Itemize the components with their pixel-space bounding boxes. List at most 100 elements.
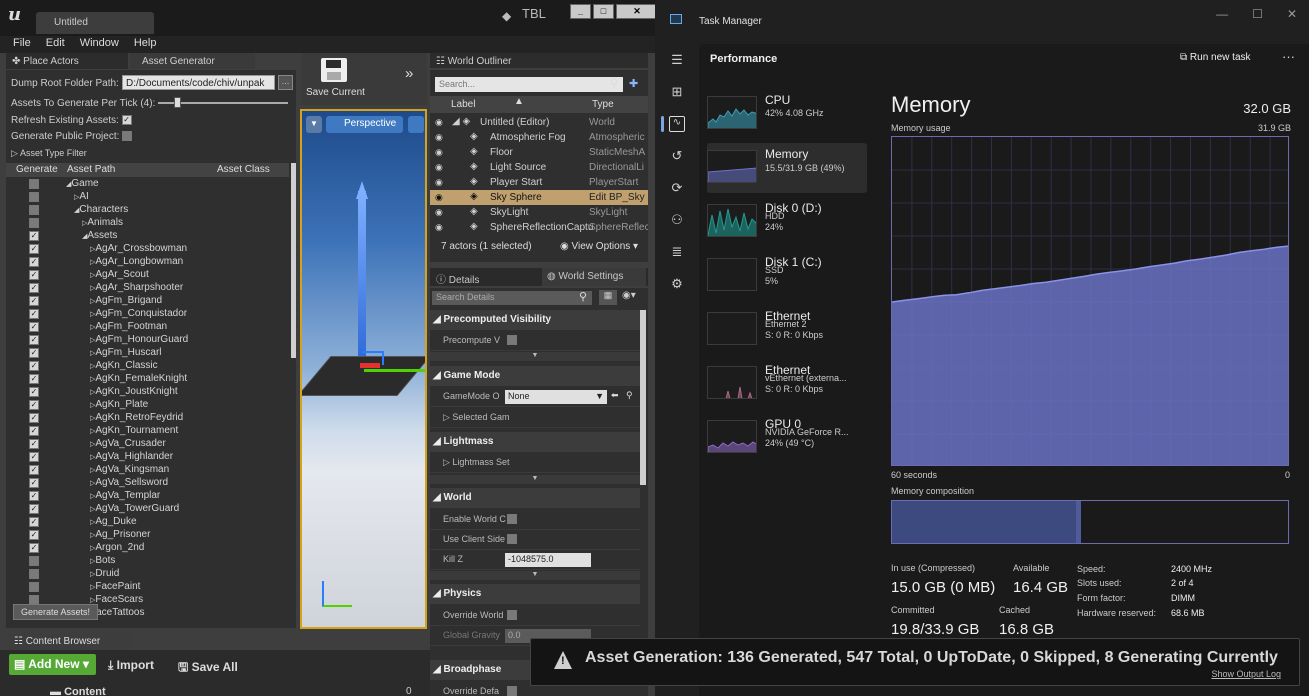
override-defaults-checkbox[interactable]	[507, 686, 517, 696]
generate-checkbox[interactable]: ✓	[29, 452, 39, 462]
generate-checkbox[interactable]: ✓	[29, 400, 39, 410]
maximize-button[interactable]: □	[593, 4, 614, 19]
generate-checkbox[interactable]: ✓	[29, 244, 39, 254]
generate-checkbox[interactable]	[29, 218, 39, 228]
import-button[interactable]: ⤓ Import	[108, 658, 154, 673]
refresh-existing-checkbox[interactable]: ✓	[121, 115, 132, 126]
generate-checkbox[interactable]: ✓	[29, 296, 39, 306]
tree-row[interactable]: ✓ ▷AgVa_Highlander	[6, 451, 289, 464]
outliner-search-input[interactable]: Search...	[435, 77, 623, 92]
section-world[interactable]: ◢ World	[430, 488, 640, 508]
tree-row[interactable]: ▷Animals	[6, 217, 289, 230]
generate-checkbox[interactable]: ✓	[29, 543, 39, 553]
col-label[interactable]: Label	[451, 99, 475, 110]
startup-apps-icon[interactable]: ⟳	[669, 180, 685, 196]
generate-checkbox[interactable]: ✓	[29, 426, 39, 436]
kill-z-input[interactable]: -1048575.0	[505, 553, 591, 567]
tree-row[interactable]: ✓ ▷AgFm_Conquistador	[6, 308, 289, 321]
visibility-eye-icon[interactable]: ◉	[435, 177, 443, 188]
tree-row[interactable]: ✓ ◢Assets	[6, 230, 289, 243]
services-icon[interactable]: ⚙	[669, 276, 685, 292]
generate-checkbox[interactable]: ✓	[29, 413, 39, 423]
section-lightmass[interactable]: ◢ Lightmass	[430, 432, 640, 452]
app-history-icon[interactable]: ↺	[669, 148, 685, 164]
save-all-button[interactable]: 🖫 Save All	[178, 658, 238, 679]
save-current-label[interactable]: Save Current	[306, 87, 365, 98]
enable-world-checkbox[interactable]	[507, 514, 517, 524]
generate-checkbox[interactable]: ✓	[29, 491, 39, 501]
users-icon[interactable]: ⚇	[669, 212, 685, 228]
menu-edit[interactable]: Edit	[46, 37, 65, 52]
section-physics[interactable]: ◢ Physics	[430, 584, 640, 604]
tree-row[interactable]: ✓ ▷AgKn_Tournament	[6, 425, 289, 438]
tree-row[interactable]: ▷Druid	[6, 568, 289, 581]
minimize-button[interactable]: —	[1216, 7, 1228, 21]
details-scrollbar[interactable]	[640, 310, 646, 485]
tree-row[interactable]: ✓ ▷AgVa_TowerGuard	[6, 503, 289, 516]
asset-type-filter[interactable]: ▷ Asset Type Filter	[11, 148, 87, 159]
resource-item-disk-0-d[interactable]: Disk 0 (D:) HDD 24%	[707, 197, 867, 247]
close-button[interactable]: ✕	[616, 4, 655, 19]
source-control-icon[interactable]: ◆	[502, 9, 516, 23]
generate-checkbox[interactable]	[29, 179, 39, 189]
tab-content-browser[interactable]: ☷ Content Browser	[7, 633, 133, 649]
details-icon[interactable]: ≣	[669, 244, 685, 260]
resource-item-ethernet[interactable]: Ethernet vEthernet (externa... S: 0 R: 0 K…	[707, 359, 867, 409]
outliner-row[interactable]: ◉ ◈ Atmospheric Fog Atmospheric	[430, 130, 648, 145]
tab-details[interactable]: ⓘ Details	[436, 271, 479, 286]
generate-checkbox[interactable]: ✓	[29, 335, 39, 345]
generate-checkbox[interactable]: ✓	[29, 361, 39, 371]
tree-row[interactable]: ✓ ▷AgKn_FemaleKnight	[6, 373, 289, 386]
generate-checkbox[interactable]: ✓	[29, 387, 39, 397]
resource-item-disk-1-c[interactable]: Disk 1 (C:) SSD 5%	[707, 251, 867, 301]
dump-root-input[interactable]: D:/Documents/code/chiv/unpak	[122, 75, 275, 90]
override-world-checkbox[interactable]	[507, 610, 517, 620]
perspective-button[interactable]: Perspective	[326, 116, 403, 133]
generate-checkbox[interactable]: ✓	[29, 270, 39, 280]
show-output-log-link[interactable]: Show Output Log	[1211, 669, 1281, 679]
save-icon[interactable]	[321, 58, 347, 82]
viewport-menu-button[interactable]: ▼	[306, 116, 322, 133]
expand-arrow[interactable]: ▼	[430, 352, 640, 361]
minimize-button[interactable]: _	[570, 4, 591, 19]
more-options-icon[interactable]: ···	[1282, 49, 1295, 64]
outliner-row[interactable]: ◉ ◈ Floor StaticMeshA	[430, 145, 648, 160]
tab-asset-generator[interactable]: Asset Generator	[130, 53, 255, 69]
outliner-row[interactable]: ◉ ◈ Player Start PlayerStart	[430, 175, 648, 190]
visibility-eye-icon[interactable]: ◉	[435, 162, 443, 173]
outliner-row[interactable]: ◉ ◈ SkyLight SkyLight	[430, 205, 648, 220]
view-options-icon[interactable]: ◉▾	[622, 290, 636, 301]
menu-window[interactable]: Window	[80, 37, 119, 52]
generate-checkbox[interactable]: ✓	[29, 231, 39, 241]
row-lightmass-settings[interactable]: ▷ Lightmass Set	[430, 453, 640, 473]
expand-arrow[interactable]: ▼	[430, 475, 640, 484]
outliner-row[interactable]: ◉ ◈ Light Source DirectionalLi	[430, 160, 648, 175]
col-generate[interactable]: Generate	[16, 164, 58, 175]
resource-item-ethernet[interactable]: Ethernet Ethernet 2 S: 0 R: 0 Kbps	[707, 305, 867, 355]
precompute-checkbox[interactable]	[507, 335, 517, 345]
content-breadcrumb[interactable]: ▬ Content	[50, 686, 106, 696]
tree-row[interactable]: ✓ ▷AgFm_Huscarl	[6, 347, 289, 360]
visibility-eye-icon[interactable]: ◉	[435, 222, 443, 233]
generate-checkbox[interactable]: ✓	[29, 465, 39, 475]
col-asset-path[interactable]: Asset Path	[67, 164, 115, 175]
add-folder-icon[interactable]: ✚	[629, 77, 638, 90]
add-new-button[interactable]: ▤ Add New ▾	[9, 654, 96, 675]
generate-public-checkbox[interactable]	[122, 131, 133, 142]
tab-world-settings[interactable]: ◍ World Settings	[542, 268, 646, 286]
generate-assets-button[interactable]: Generate Assets!	[13, 604, 98, 620]
level-tab[interactable]: Untitled	[36, 12, 154, 34]
back-arrow-icon[interactable]: ⬅	[611, 390, 619, 401]
search-icon[interactable]: ⚲	[626, 390, 633, 401]
row-selected-gamemode[interactable]: ▷ Selected Gam	[430, 408, 640, 428]
level-viewport[interactable]: ▼ Perspective	[300, 109, 427, 629]
generate-checkbox[interactable]: ✓	[29, 374, 39, 384]
generate-checkbox[interactable]: ✓	[29, 283, 39, 293]
expand-arrow[interactable]: ▼	[430, 571, 640, 580]
generate-checkbox[interactable]: ✓	[29, 504, 39, 514]
hamburger-icon[interactable]: ☰	[669, 52, 685, 68]
visibility-eye-icon[interactable]: ◉	[435, 147, 443, 158]
generate-checkbox[interactable]: ✓	[29, 478, 39, 488]
transform-gizmo-x[interactable]	[360, 363, 380, 368]
visibility-eye-icon[interactable]: ◉	[435, 117, 443, 128]
